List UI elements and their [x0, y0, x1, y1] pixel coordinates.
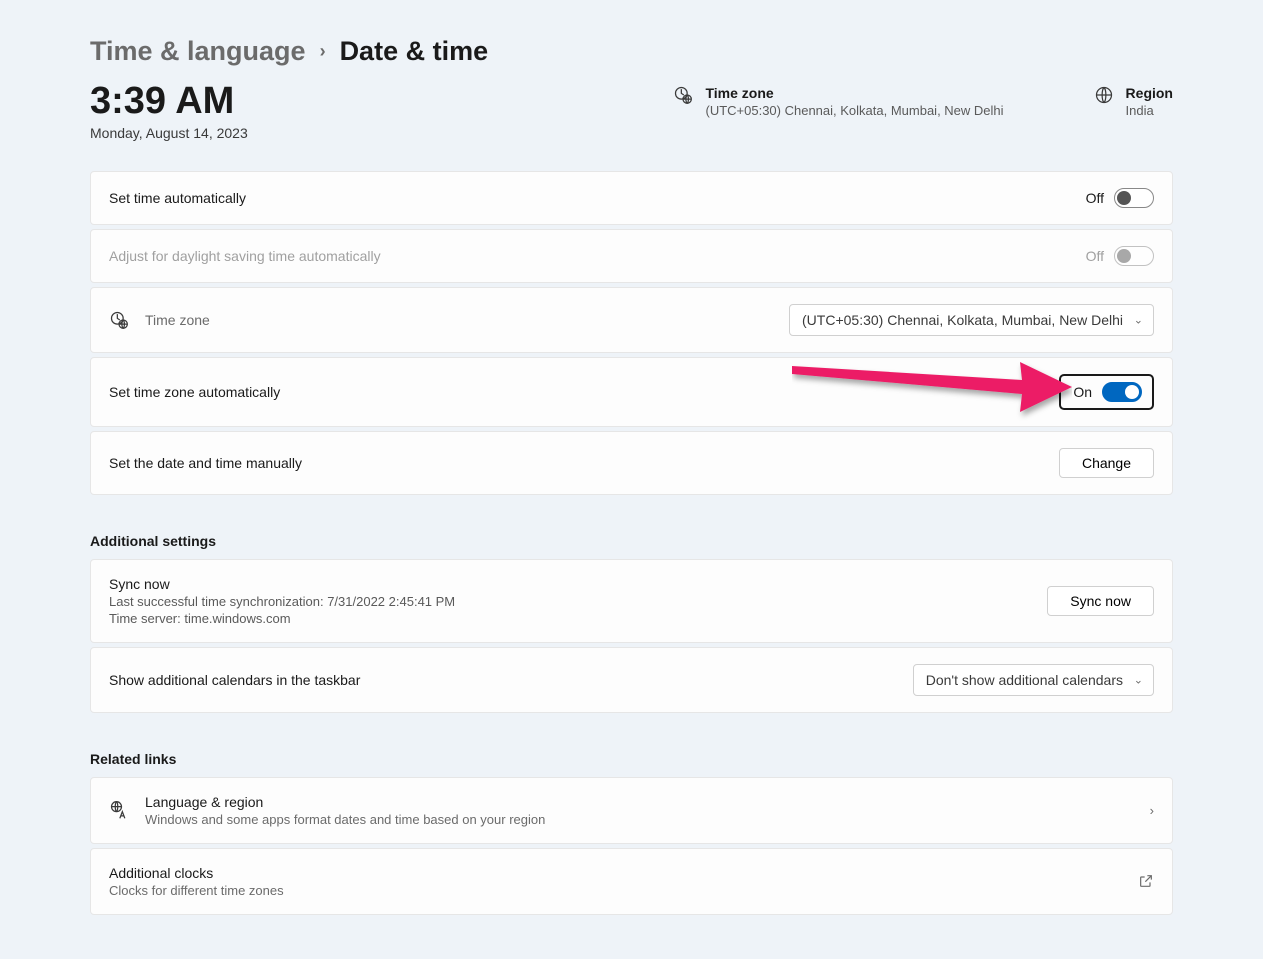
additional-settings-heading: Additional settings — [90, 533, 1173, 549]
row-label: Set time automatically — [109, 190, 1070, 206]
region-value: India — [1126, 103, 1173, 118]
timezone-select-value: (UTC+05:30) Chennai, Kolkata, Mumbai, Ne… — [802, 312, 1123, 328]
additional-calendars-select[interactable]: Don't show additional calendars ⌄ — [913, 664, 1154, 696]
sync-title: Sync now — [109, 576, 1031, 592]
row-label: Set time zone automatically — [109, 384, 1043, 400]
chevron-down-icon: ⌄ — [1134, 313, 1143, 326]
link-title: Language & region — [145, 794, 1134, 810]
region-label: Region — [1126, 85, 1173, 101]
chevron-down-icon: ⌄ — [1134, 673, 1143, 686]
toggle-set-timezone-automatically[interactable] — [1102, 382, 1142, 402]
header-info-row: 3:39 AM Monday, August 14, 2023 Time zon… — [90, 81, 1173, 141]
current-date: Monday, August 14, 2023 — [90, 125, 410, 141]
sync-last: Last successful time synchronization: 7/… — [109, 594, 1031, 609]
row-set-timezone-automatically: Set time zone automatically On — [90, 357, 1173, 427]
row-set-manually: Set the date and time manually Change — [90, 431, 1173, 495]
change-button[interactable]: Change — [1059, 448, 1154, 478]
toggle-set-time-automatically[interactable] — [1114, 188, 1154, 208]
additional-calendars-value: Don't show additional calendars — [926, 672, 1123, 688]
toggle-highlight-box: On — [1059, 374, 1154, 410]
toggle-dst-automatically — [1114, 246, 1154, 266]
row-additional-calendars: Show additional calendars in the taskbar… — [90, 647, 1173, 713]
row-dst-automatically: Adjust for daylight saving time automati… — [90, 229, 1173, 283]
current-time: 3:39 AM — [90, 81, 410, 123]
page-title: Date & time — [340, 36, 489, 67]
timezone-select[interactable]: (UTC+05:30) Chennai, Kolkata, Mumbai, Ne… — [789, 304, 1154, 336]
link-subtitle: Windows and some apps format dates and t… — [145, 812, 1134, 827]
toggle-state-label: Off — [1086, 190, 1104, 206]
timezone-summary: Time zone (UTC+05:30) Chennai, Kolkata, … — [673, 85, 1003, 118]
clock-globe-icon — [109, 310, 129, 330]
link-language-region[interactable]: Language & region Windows and some apps … — [90, 777, 1173, 844]
language-region-icon — [109, 800, 129, 820]
external-link-icon — [1138, 873, 1154, 889]
row-label: Show additional calendars in the taskbar — [109, 672, 897, 688]
toggle-state-label: Off — [1086, 248, 1104, 264]
row-sync-now: Sync now Last successful time synchroniz… — [90, 559, 1173, 643]
chevron-right-icon: › — [1150, 803, 1154, 818]
related-links-heading: Related links — [90, 751, 1173, 767]
row-label: Time zone — [145, 312, 773, 328]
link-title: Additional clocks — [109, 865, 1122, 881]
sync-server: Time server: time.windows.com — [109, 611, 1031, 626]
clock-globe-icon — [673, 85, 693, 105]
breadcrumb-parent[interactable]: Time & language — [90, 36, 306, 67]
link-subtitle: Clocks for different time zones — [109, 883, 1122, 898]
row-label: Set the date and time manually — [109, 455, 1043, 471]
toggle-state-label: On — [1073, 384, 1092, 400]
chevron-right-icon: › — [320, 41, 326, 62]
sync-now-button[interactable]: Sync now — [1047, 586, 1154, 616]
link-additional-clocks[interactable]: Additional clocks Clocks for different t… — [90, 848, 1173, 915]
timezone-value: (UTC+05:30) Chennai, Kolkata, Mumbai, Ne… — [705, 103, 1003, 118]
row-set-time-automatically: Set time automatically Off — [90, 171, 1173, 225]
current-time-block: 3:39 AM Monday, August 14, 2023 — [90, 81, 410, 141]
row-label: Adjust for daylight saving time automati… — [109, 248, 1070, 264]
row-time-zone: Time zone (UTC+05:30) Chennai, Kolkata, … — [90, 287, 1173, 353]
globe-icon — [1094, 85, 1114, 105]
region-summary: Region India — [1094, 85, 1173, 118]
timezone-label: Time zone — [705, 85, 1003, 101]
breadcrumb: Time & language › Date & time — [90, 36, 1173, 67]
